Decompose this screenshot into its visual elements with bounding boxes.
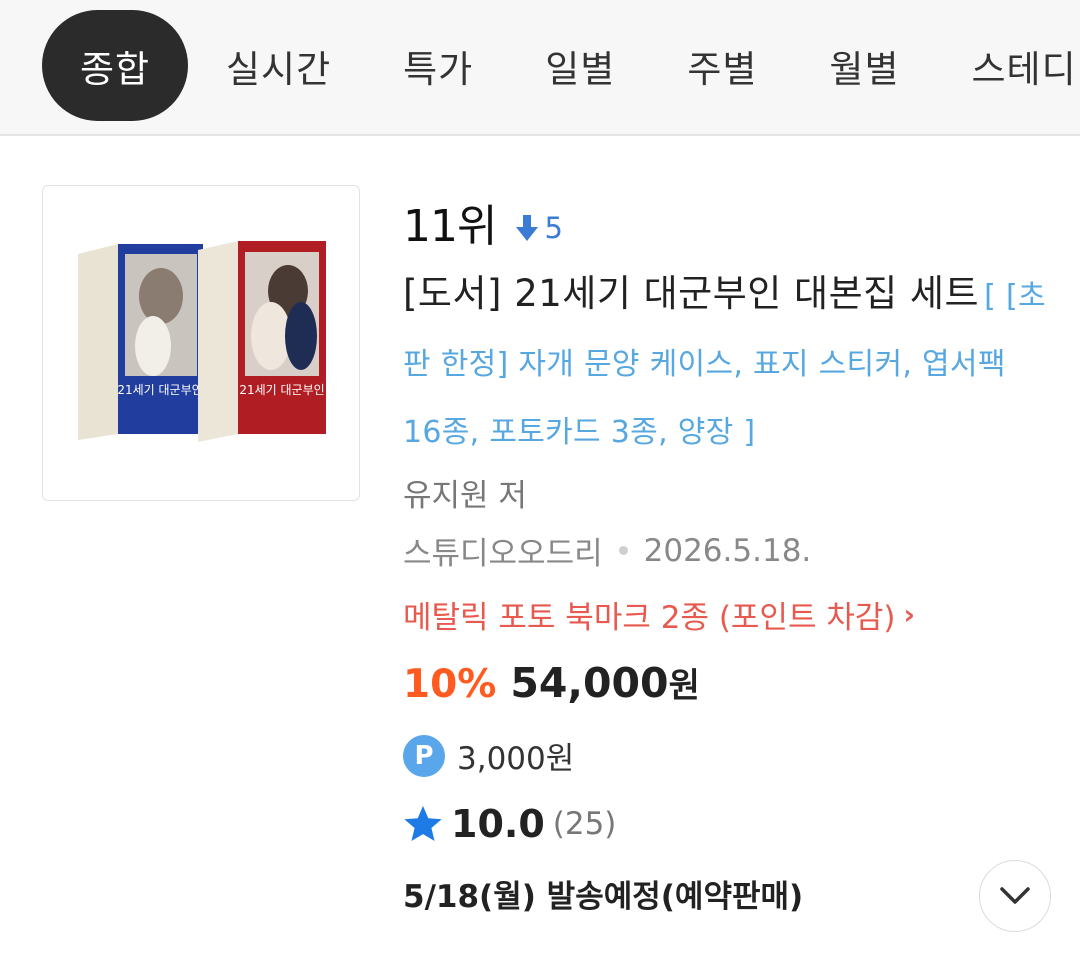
tab-list: 종합 실시간 특가 일별 주별 월별 스테디 — [42, 10, 1080, 121]
promo-text: 메탈릭 포토 북마크 2종 (포인트 차감) — [403, 600, 896, 636]
category-tab-bar: 종합 실시간 특가 일별 주별 월별 스테디 — [0, 0, 1080, 136]
chevron-right-icon: › — [903, 598, 916, 631]
title-main[interactable]: [도서] 21세기 대군부인 대본집 세트 — [403, 272, 979, 315]
tab-monthly[interactable]: 월별 — [829, 10, 899, 121]
rank-row: 11위 5 — [403, 190, 563, 254]
publisher-name[interactable]: 스튜디오오드리 — [403, 528, 603, 573]
publish-date: 2026.5.18. — [643, 532, 812, 569]
product-thumbnail[interactable]: 21세기 대군부인 21세기 대군부인 — [42, 185, 360, 501]
blue-cover-title: 21세기 대군부인 — [117, 383, 202, 397]
star-icon — [404, 805, 442, 842]
red-cover-title: 21세기 대군부인 — [239, 383, 324, 397]
arrow-down-icon — [516, 215, 539, 241]
price-row: 10% 54,000 원 — [403, 658, 700, 707]
rating-row[interactable]: 10.0 (25) — [403, 802, 616, 846]
promo-link[interactable]: 메탈릭 포토 북마크 2종 (포인트 차감) › — [403, 592, 915, 637]
tab-steady[interactable]: 스테디 — [972, 10, 1077, 121]
tab-daily[interactable]: 일별 — [545, 10, 615, 121]
sale-price: 54,000 — [510, 659, 669, 707]
tab-special[interactable]: 특가 — [403, 10, 473, 121]
shipping-info: 5/18(월) 발송예정(예약판매) — [403, 879, 804, 915]
publisher-row: 스튜디오오드리 2026.5.18. — [403, 528, 811, 573]
discount-rate: 10% — [403, 662, 497, 707]
rank-change-value: 5 — [544, 211, 563, 245]
product-title[interactable]: [도서] 21세기 대군부인 대본집 세트 [ [초판 한정] 자개 문양 케이… — [403, 262, 1053, 469]
tab-overall[interactable]: 종합 — [42, 10, 188, 121]
separator-dot — [618, 546, 628, 555]
tab-weekly[interactable]: 주별 — [687, 10, 757, 121]
chevron-down-icon — [1000, 887, 1030, 904]
rank-number: 11위 — [403, 201, 497, 252]
tab-realtime[interactable]: 실시간 — [226, 10, 331, 121]
rating-score: 10.0 — [451, 802, 545, 846]
book-cover-image: 21세기 대군부인 21세기 대군부인 — [78, 241, 326, 442]
points-value: 3,000원 — [457, 741, 575, 777]
points-row: P 3,000원 — [403, 733, 574, 778]
rank-change: 5 — [516, 211, 563, 245]
p-badge-icon: P — [403, 734, 445, 777]
expand-button[interactable] — [979, 860, 1051, 932]
review-count: (25) — [552, 806, 617, 842]
currency-unit: 원 — [668, 666, 700, 706]
author[interactable]: 유지원 저 — [403, 470, 527, 515]
